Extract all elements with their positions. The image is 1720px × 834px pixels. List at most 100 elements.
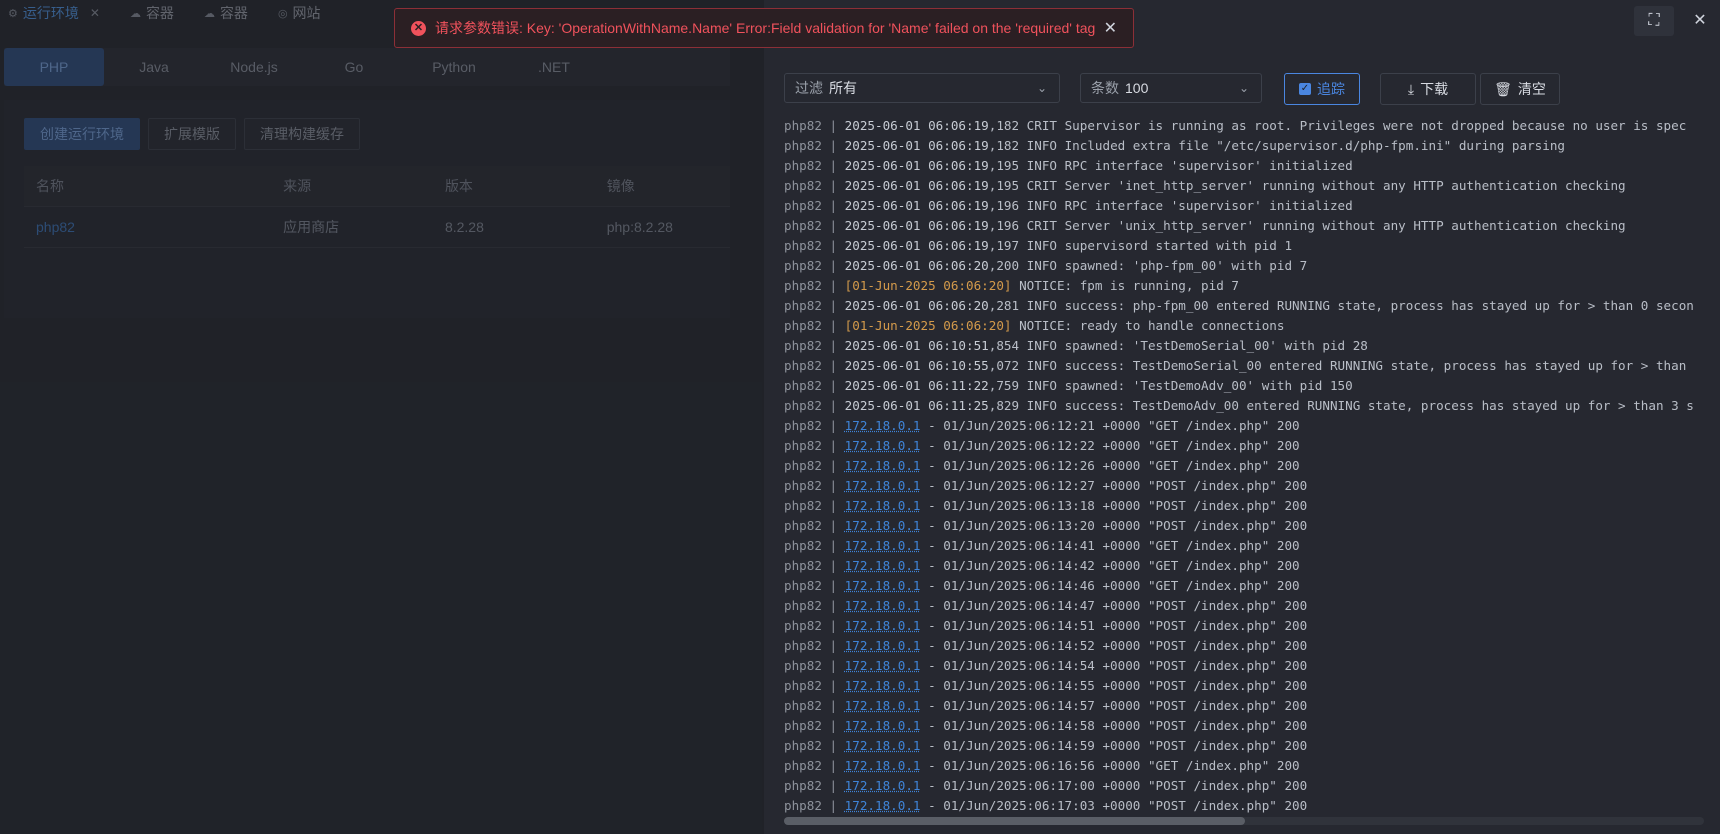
log-line: php82 | 172.18.0.1 - 01/Jun/2025:06:14:5… — [784, 736, 1704, 756]
log-ip-link[interactable]: 172.18.0.1 — [845, 718, 921, 733]
log-ip-link[interactable]: 172.18.0.1 — [845, 578, 921, 593]
error-message: 请求参数错误: Key: 'OperationWithName.Name' Er… — [435, 20, 1096, 36]
log-source: php82 | — [784, 158, 845, 173]
log-line: php82 | 2025-06-01 06:06:19,197 INFO sup… — [784, 236, 1704, 256]
filter-value: 所有 — [829, 80, 857, 96]
log-source: php82 | — [784, 378, 845, 393]
log-source: php82 | — [784, 658, 845, 673]
log-timestamp: 2025-06-01 06:06:19 — [844, 138, 989, 153]
log-source: php82 | — [784, 198, 845, 213]
log-ip-link[interactable]: 172.18.0.1 — [845, 498, 921, 513]
log-source: php82 | — [784, 458, 845, 473]
log-line: php82 | 172.18.0.1 - 01/Jun/2025:06:14:5… — [784, 636, 1704, 656]
log-ip-link[interactable]: 172.18.0.1 — [845, 758, 921, 773]
log-line: php82 | 172.18.0.1 - 01/Jun/2025:06:17:0… — [784, 776, 1704, 796]
log-line: php82 | 2025-06-01 06:06:19,195 CRIT Ser… — [784, 176, 1704, 196]
log-source: php82 | — [784, 218, 845, 233]
log-message: - 01/Jun/2025:06:12:27 +0000 "POST /inde… — [920, 478, 1308, 493]
log-timestamp: 2025-06-01 06:06:20 — [844, 258, 989, 273]
log-source: php82 | — [784, 678, 845, 693]
log-message: INFO RPC interface 'supervisor' initiali… — [1019, 198, 1353, 213]
log-ip-link[interactable]: 172.18.0.1 — [845, 638, 921, 653]
log-source: php82 | — [784, 278, 845, 293]
log-source: php82 | — [784, 698, 845, 713]
log-timestamp: 2025-06-01 06:10:51 — [844, 338, 989, 353]
log-line: php82 | 172.18.0.1 - 01/Jun/2025:06:14:4… — [784, 556, 1704, 576]
toast-close-icon[interactable]: ✕ — [1104, 18, 1117, 38]
fullscreen-icon[interactable]: ⛶ — [1634, 6, 1674, 36]
log-line: php82 | 172.18.0.1 - 01/Jun/2025:06:17:0… — [784, 796, 1704, 814]
log-source: php82 | — [784, 418, 845, 433]
close-icon[interactable]: ✕ — [1680, 6, 1720, 36]
log-ip-link[interactable]: 172.18.0.1 — [845, 538, 921, 553]
filter-label: 过滤 — [795, 80, 823, 96]
log-line: php82 | 172.18.0.1 - 01/Jun/2025:06:14:4… — [784, 576, 1704, 596]
log-ip-link[interactable]: 172.18.0.1 — [845, 418, 921, 433]
log-ip-link[interactable]: 172.18.0.1 — [845, 778, 921, 793]
log-ip-link[interactable]: 172.18.0.1 — [845, 518, 921, 533]
log-line: php82 | 172.18.0.1 - 01/Jun/2025:06:12:2… — [784, 436, 1704, 456]
log-ip-link[interactable]: 172.18.0.1 — [845, 738, 921, 753]
log-ip-link[interactable]: 172.18.0.1 — [845, 678, 921, 693]
log-millis: ,281 — [988, 298, 1020, 313]
log-timestamp: 2025-06-01 06:06:20 — [844, 298, 989, 313]
log-source: php82 | — [784, 478, 845, 493]
log-message: INFO success: php-fpm_00 entered RUNNING… — [1019, 298, 1694, 313]
log-message: NOTICE: ready to handle connections — [1011, 318, 1285, 333]
clear-button[interactable]: 🗑 清空 — [1480, 73, 1560, 105]
log-line: php82 | 172.18.0.1 - 01/Jun/2025:06:14:5… — [784, 676, 1704, 696]
log-timestamp: 2025-06-01 06:06:19 — [844, 118, 989, 133]
error-toast: ✕ 请求参数错误: Key: 'OperationWithName.Name' … — [394, 8, 1134, 48]
log-millis: ,182 — [988, 118, 1020, 133]
log-ip-link[interactable]: 172.18.0.1 — [845, 618, 921, 633]
count-label: 条数 — [1091, 80, 1119, 96]
log-source: php82 | — [784, 258, 845, 273]
log-message: - 01/Jun/2025:06:14:52 +0000 "POST /inde… — [920, 638, 1308, 653]
log-line: php82 | 172.18.0.1 - 01/Jun/2025:06:13:2… — [784, 516, 1704, 536]
log-message: - 01/Jun/2025:06:14:55 +0000 "POST /inde… — [920, 678, 1308, 693]
log-message: - 01/Jun/2025:06:14:46 +0000 "GET /index… — [920, 578, 1300, 593]
log-ip-link[interactable]: 172.18.0.1 — [845, 698, 921, 713]
log-message: - 01/Jun/2025:06:17:00 +0000 "POST /inde… — [920, 778, 1308, 793]
log-ip-link[interactable]: 172.18.0.1 — [845, 478, 921, 493]
log-source: php82 | — [784, 518, 845, 533]
log-line: php82 | 172.18.0.1 - 01/Jun/2025:06:12:2… — [784, 416, 1704, 436]
log-timestamp: 2025-06-01 06:11:25 — [844, 398, 989, 413]
log-line: php82 | 172.18.0.1 - 01/Jun/2025:06:14:4… — [784, 596, 1704, 616]
log-millis: ,195 — [988, 178, 1020, 193]
log-millis: ,197 — [988, 238, 1020, 253]
log-line: php82 | [01-Jun-2025 06:06:20] NOTICE: f… — [784, 276, 1704, 296]
log-millis: ,196 — [988, 218, 1020, 233]
log-line: php82 | 2025-06-01 06:06:19,182 INFO Inc… — [784, 136, 1704, 156]
log-millis: ,072 — [988, 358, 1020, 373]
filter-select[interactable]: 过滤 所有 ⌄ — [784, 73, 1060, 103]
horizontal-scrollbar[interactable] — [784, 817, 1704, 825]
clear-label: 清空 — [1517, 81, 1546, 97]
download-button[interactable]: ⤓ 下载 — [1380, 73, 1476, 105]
count-select[interactable]: 条数 100 ⌄ — [1080, 73, 1262, 103]
log-line: php82 | 2025-06-01 06:06:20,281 INFO suc… — [784, 296, 1704, 316]
log-ip-link[interactable]: 172.18.0.1 — [845, 658, 921, 673]
log-ip-link[interactable]: 172.18.0.1 — [845, 598, 921, 613]
log-millis: ,759 — [988, 378, 1020, 393]
log-message: INFO spawned: 'TestDemoSerial_00' with p… — [1019, 338, 1368, 353]
log-ip-link[interactable]: 172.18.0.1 — [845, 458, 921, 473]
modal-overlay[interactable] — [0, 0, 764, 834]
log-line: php82 | 172.18.0.1 - 01/Jun/2025:06:13:1… — [784, 496, 1704, 516]
log-millis: ,200 — [988, 258, 1020, 273]
log-message: - 01/Jun/2025:06:14:59 +0000 "POST /inde… — [920, 738, 1308, 753]
scrollbar-thumb[interactable] — [784, 817, 1245, 825]
log-message: - 01/Jun/2025:06:17:03 +0000 "POST /inde… — [920, 798, 1308, 813]
log-source: php82 | — [784, 578, 845, 593]
log-ip-link[interactable]: 172.18.0.1 — [845, 438, 921, 453]
trash-icon: 🗑 — [1494, 80, 1512, 97]
log-viewer[interactable]: php82 | 2025-06-01 06:06:19,182 CRIT Sup… — [784, 116, 1704, 814]
log-line: php82 | 2025-06-01 06:11:22,759 INFO spa… — [784, 376, 1704, 396]
track-checkbox[interactable]: ✓ 追踪 — [1284, 73, 1360, 105]
log-source: php82 | — [784, 438, 845, 453]
log-line: php82 | 172.18.0.1 - 01/Jun/2025:06:14:5… — [784, 616, 1704, 636]
log-line: php82 | 2025-06-01 06:10:51,854 INFO spa… — [784, 336, 1704, 356]
log-ip-link[interactable]: 172.18.0.1 — [845, 558, 921, 573]
log-source: php82 | — [784, 398, 845, 413]
log-ip-link[interactable]: 172.18.0.1 — [845, 798, 921, 813]
